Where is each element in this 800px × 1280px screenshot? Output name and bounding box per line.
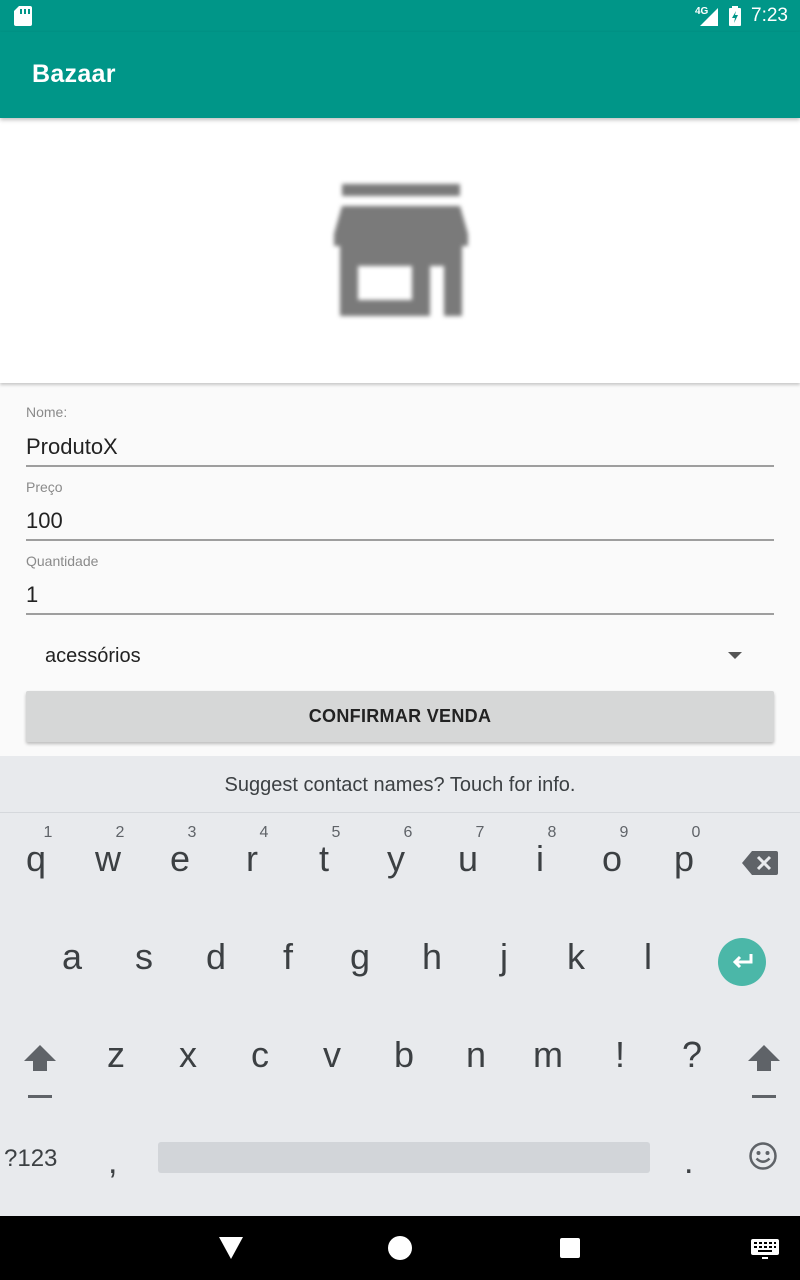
category-dropdown[interactable]: acessórios — [26, 632, 774, 680]
key-x[interactable]: x — [152, 1009, 224, 1105]
spacebar[interactable] — [158, 1142, 650, 1173]
key-n[interactable]: n — [440, 1009, 512, 1105]
key-u[interactable]: 7u — [432, 813, 504, 909]
confirm-sale-button[interactable]: CONFIRMAR VENDA — [26, 691, 774, 742]
app-title: Bazaar — [32, 60, 116, 88]
key-e[interactable]: 3e — [144, 813, 216, 909]
shift-right-icon[interactable] — [746, 1043, 782, 1099]
home-icon[interactable] — [388, 1236, 412, 1260]
name-label: Nome: — [26, 404, 68, 420]
enter-icon — [732, 954, 753, 969]
symbols-key[interactable]: ?123 — [4, 1145, 57, 1173]
header-image-area — [0, 118, 800, 383]
key-v[interactable]: v — [296, 1009, 368, 1105]
navigation-bar — [0, 1216, 800, 1280]
key-f[interactable]: f — [252, 911, 324, 1007]
name-field[interactable] — [26, 429, 774, 467]
key-period[interactable]: . — [684, 1143, 693, 1182]
quantity-field[interactable] — [26, 577, 774, 615]
key-c[interactable]: c — [224, 1009, 296, 1105]
battery-charging-icon — [729, 6, 741, 26]
key-m[interactable]: m — [512, 1009, 584, 1105]
key-p[interactable]: 0p — [648, 813, 720, 909]
key-exclamation[interactable]: ! — [584, 1009, 656, 1105]
key-g[interactable]: g — [324, 911, 396, 1007]
key-l[interactable]: l — [612, 911, 684, 1007]
category-selected-value: acessórios — [45, 645, 141, 667]
key-d[interactable]: d — [180, 911, 252, 1007]
price-field[interactable] — [26, 503, 774, 541]
sd-card-icon — [14, 6, 32, 26]
clock: 7:23 — [751, 5, 788, 26]
signal-icon — [700, 8, 718, 26]
key-r[interactable]: 4r — [216, 813, 288, 909]
shift-left-icon[interactable] — [22, 1043, 58, 1099]
back-icon[interactable] — [219, 1237, 243, 1259]
suggestion-text: Suggest contact names? Touch for info. — [224, 774, 576, 796]
key-h[interactable]: h — [396, 911, 468, 1007]
emoji-icon[interactable] — [748, 1141, 778, 1171]
key-b[interactable]: b — [368, 1009, 440, 1105]
key-question[interactable]: ? — [656, 1009, 728, 1105]
quantity-label: Quantidade — [26, 553, 99, 569]
keyboard-suggestion-strip[interactable]: Suggest contact names? Touch for info. — [0, 756, 800, 813]
backspace-icon[interactable] — [742, 851, 778, 875]
key-o[interactable]: 9o — [576, 813, 648, 909]
key-a[interactable]: a — [36, 911, 108, 1007]
key-q[interactable]: 1q — [0, 813, 72, 909]
key-y[interactable]: 6y — [360, 813, 432, 909]
recents-icon[interactable] — [560, 1238, 580, 1258]
price-label: Preço — [26, 479, 63, 495]
enter-button[interactable] — [718, 938, 766, 986]
key-k[interactable]: k — [540, 911, 612, 1007]
keyboard: 1q 2w 3e 4r 5t 6y 7u 8i 9o 0p a s d f g … — [0, 813, 800, 1216]
key-comma[interactable]: , — [108, 1143, 117, 1182]
key-w[interactable]: 2w — [72, 813, 144, 909]
key-t[interactable]: 5t — [288, 813, 360, 909]
keyboard-switch-icon[interactable] — [751, 1239, 779, 1259]
app-bar: Bazaar — [0, 32, 800, 118]
status-bar: 4G 7:23 — [0, 0, 800, 32]
store-icon — [334, 184, 468, 320]
dropdown-arrow-icon — [728, 652, 742, 659]
key-z[interactable]: z — [80, 1009, 152, 1105]
key-i[interactable]: 8i — [504, 813, 576, 909]
key-j[interactable]: j — [468, 911, 540, 1007]
key-s[interactable]: s — [108, 911, 180, 1007]
